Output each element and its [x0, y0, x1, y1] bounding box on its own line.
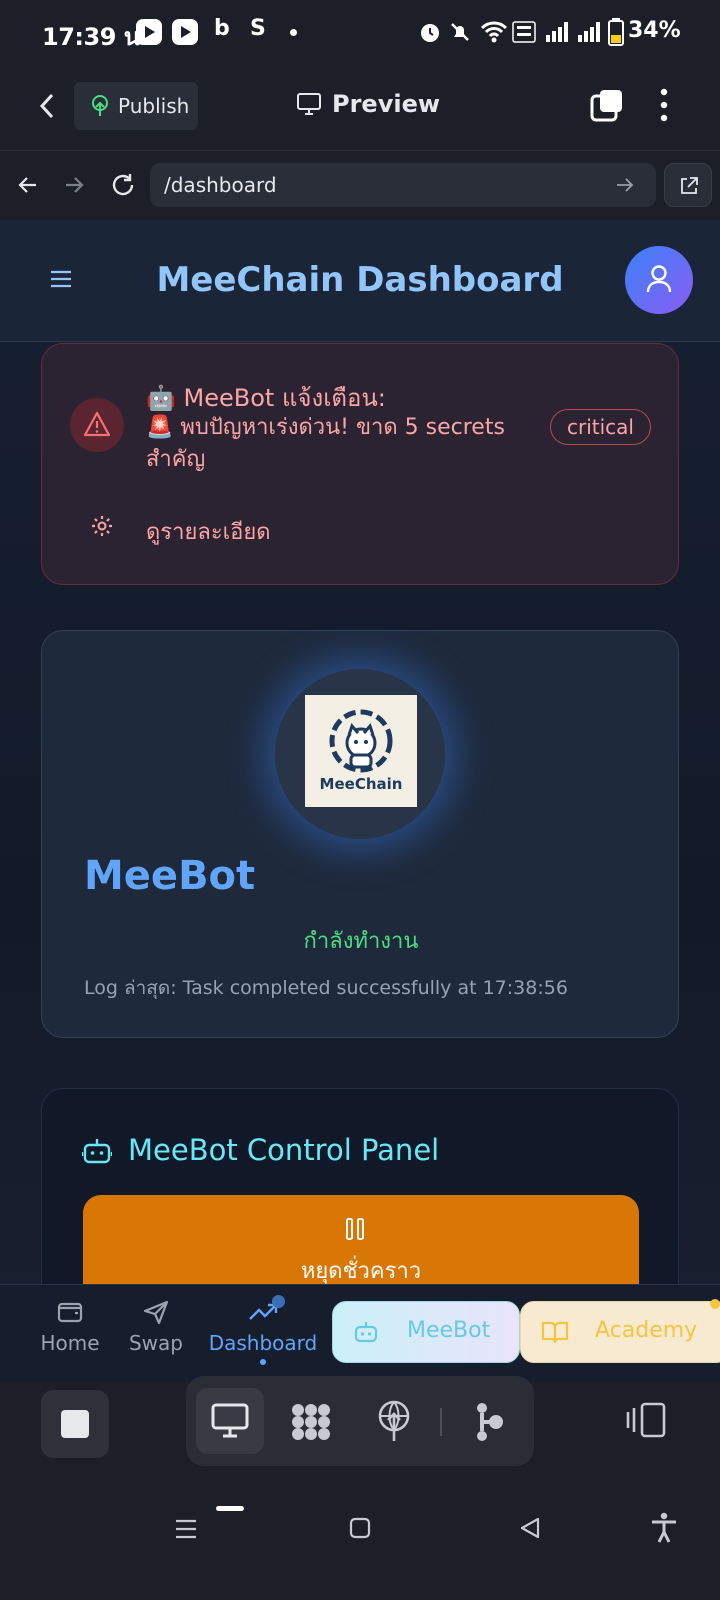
- bottom-nav: Home Swap Dashboard MeeBot Academy: [0, 1284, 720, 1382]
- device-rotate-icon[interactable]: [624, 1402, 668, 1438]
- battery-icon: [608, 18, 624, 46]
- wifi-icon: [480, 21, 508, 43]
- active-indicator: [260, 1359, 266, 1365]
- more-notifications-dot: [290, 29, 297, 36]
- pause-icon: [346, 1218, 364, 1240]
- book-icon: [541, 1321, 569, 1344]
- publish-icon: [92, 95, 108, 116]
- tray-divider: [440, 1408, 442, 1436]
- agent-icon[interactable]: [474, 1402, 506, 1442]
- nav-swap-label: Swap: [128, 1331, 183, 1355]
- academy-badge-dot: [710, 1299, 720, 1309]
- alert-message: 🚨 พบปัญหาเร่งด่วน! ขาด 5 secrets สำคัญ: [146, 415, 505, 472]
- publish-label: Publish: [118, 94, 190, 118]
- status-badge: critical: [550, 409, 651, 445]
- status-bar: 17:39 น. b S 34%: [0, 0, 720, 64]
- home-handle: [216, 1506, 244, 1511]
- editor-app-bar: Publish Preview: [0, 64, 720, 150]
- notification-dot: [272, 1295, 285, 1308]
- back-triangle-icon[interactable]: [518, 1516, 542, 1540]
- site-header: MeeChain Dashboard: [0, 220, 720, 342]
- nav-meebot[interactable]: MeeBot: [332, 1301, 520, 1363]
- view-details-link[interactable]: ดูรายละเอียด: [146, 514, 271, 549]
- play-notification-icon: [172, 19, 198, 45]
- avatar[interactable]: [625, 246, 693, 314]
- nav-dashboard-label: Dashboard: [208, 1331, 318, 1355]
- nav-swap[interactable]: Swap: [126, 1299, 186, 1355]
- gear-icon[interactable]: [90, 514, 114, 538]
- pause-label: หยุดชั่วคราว: [300, 1259, 422, 1284]
- control-panel-title: MeeBot Control Panel: [128, 1133, 440, 1167]
- stop-button[interactable]: [41, 1390, 109, 1458]
- warning-icon: [70, 398, 124, 452]
- clock: 17:39 น.: [42, 23, 149, 51]
- robot-icon: [82, 1139, 112, 1164]
- nav-home[interactable]: Home: [40, 1299, 100, 1355]
- robot-icon: [354, 1322, 378, 1343]
- home-icon[interactable]: [349, 1517, 371, 1539]
- alarm-icon: [421, 24, 439, 42]
- wallet-icon: [57, 1302, 83, 1323]
- preview-label: Preview: [332, 90, 441, 118]
- bing-icon: b: [214, 16, 230, 41]
- play-notification-icon: [136, 19, 162, 45]
- browser-back-icon[interactable]: [16, 173, 40, 197]
- meechain-logo: MeeChain: [305, 695, 417, 807]
- bot-status: กำลังทำงาน: [303, 929, 419, 954]
- nav-home-label: Home: [40, 1331, 100, 1355]
- browser-forward-icon[interactable]: [62, 173, 86, 197]
- publish-button[interactable]: Publish: [74, 82, 198, 130]
- nav-academy-label: Academy: [595, 1318, 698, 1343]
- open-external-button[interactable]: [664, 163, 712, 207]
- more-options-icon[interactable]: [660, 88, 668, 122]
- monitor-icon: [211, 1403, 249, 1438]
- nav-meebot-label: MeeBot: [407, 1318, 491, 1343]
- deploy-icon[interactable]: [376, 1400, 412, 1442]
- external-link-icon: [681, 177, 698, 194]
- go-arrow-icon[interactable]: [616, 177, 634, 193]
- nav-academy[interactable]: Academy: [520, 1301, 720, 1363]
- nav-dashboard[interactable]: Dashboard: [208, 1299, 318, 1365]
- meebot-alert-card: 🤖 MeeBot แจ้งเตือน: 🚨 พบปัญหาเร่งด่วน! ข…: [41, 343, 679, 585]
- web-page: MeeChain Dashboard 🤖 MeeBot แจ้งเตือน: 🚨…: [0, 220, 720, 1382]
- bot-last-log: Log ล่าสุด: Task completed successfully …: [84, 977, 568, 999]
- bot-name: MeeBot: [84, 853, 256, 899]
- mute-bell-icon: [451, 23, 469, 41]
- reload-icon[interactable]: [109, 171, 137, 199]
- accessibility-icon[interactable]: [650, 1512, 678, 1544]
- back-arrow-icon[interactable]: [36, 92, 58, 120]
- stop-icon: [61, 1410, 89, 1438]
- monitor-icon: [297, 93, 321, 115]
- volte-icon: [512, 21, 536, 43]
- desktop-mode-button[interactable]: [196, 1388, 264, 1454]
- components-icon[interactable]: [290, 1402, 332, 1442]
- logo-text: MeeChain: [319, 775, 403, 793]
- url-text: /dashboard: [164, 173, 277, 197]
- signal-icon: [578, 22, 600, 42]
- url-input[interactable]: /dashboard: [150, 163, 656, 207]
- site-title: MeeChain Dashboard: [156, 260, 564, 300]
- preview-toggle[interactable]: Preview: [296, 90, 440, 118]
- signal-icon: [546, 22, 568, 42]
- s-notification-icon: S: [250, 16, 266, 41]
- system-bottom-bar: [0, 1376, 720, 1600]
- meebot-status-card: MeeChain MeeBot กำลังทำงาน Log ล่าสุด: T…: [41, 630, 679, 1038]
- browser-url-bar: /dashboard: [0, 150, 720, 220]
- tabs-icon[interactable]: [590, 88, 624, 122]
- send-icon: [143, 1300, 169, 1325]
- user-icon: [646, 265, 672, 293]
- recents-icon[interactable]: [174, 1518, 198, 1540]
- battery-percent: 34%: [628, 18, 681, 43]
